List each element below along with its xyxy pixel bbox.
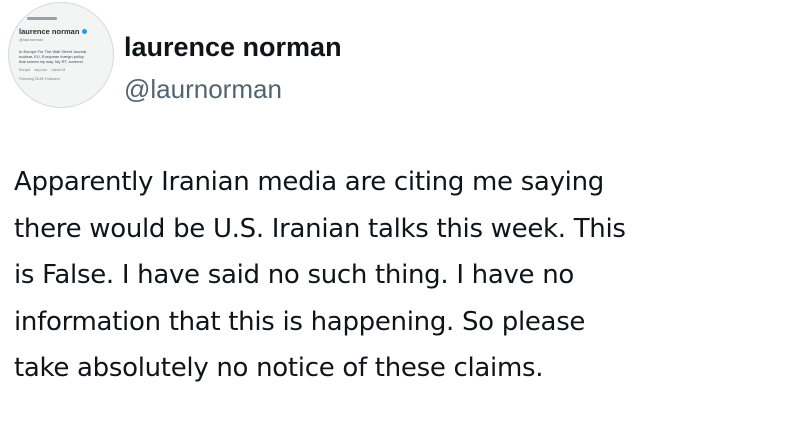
author-handle[interactable]: @laurnorman <box>124 76 282 102</box>
tweet-line: information that this is happening. So p… <box>14 306 586 337</box>
tweet-card: laurence norman @laurnorman In Europe Fo… <box>0 0 800 433</box>
avatar[interactable]: laurence norman @laurnorman In Europe Fo… <box>8 2 114 108</box>
tweet-line: take absolutely no notice of these claim… <box>14 353 544 383</box>
avatar-meta-location: Europe <box>19 67 31 72</box>
avatar-meta-joined: Joined M <box>50 67 66 72</box>
avatar-name: laurence norman <box>19 27 80 36</box>
verified-badge-icon <box>82 29 88 34</box>
avatar-header-line <box>27 17 57 20</box>
avatar-stats: Following 28.6K Followers <box>19 76 60 81</box>
tweet-line: is False. I have said no such thing. I h… <box>14 260 574 290</box>
author-display-name[interactable]: laurence norman <box>124 34 342 61</box>
avatar-meta-link: wsj.com <box>34 67 47 72</box>
avatar-meta: Europe wsj.com Joined M <box>19 68 109 72</box>
avatar-handle: @laurnorman <box>19 37 44 42</box>
avatar-bio: In Europe For The Wall Street Journal. n… <box>19 49 109 65</box>
avatar-profile-snapshot: laurence norman @laurnorman In Europe Fo… <box>19 17 109 81</box>
tweet-line: Apparently Iranian media are citing me s… <box>14 167 604 197</box>
avatar-name-row: laurence norman <box>19 27 109 36</box>
tweet-body: Apparently Iranian media are citing me s… <box>14 159 794 392</box>
avatar-bio-line: that comes my way. My RT, someon <box>19 59 83 65</box>
tweet-line: there would be U.S. Iranian talks this w… <box>14 213 626 244</box>
